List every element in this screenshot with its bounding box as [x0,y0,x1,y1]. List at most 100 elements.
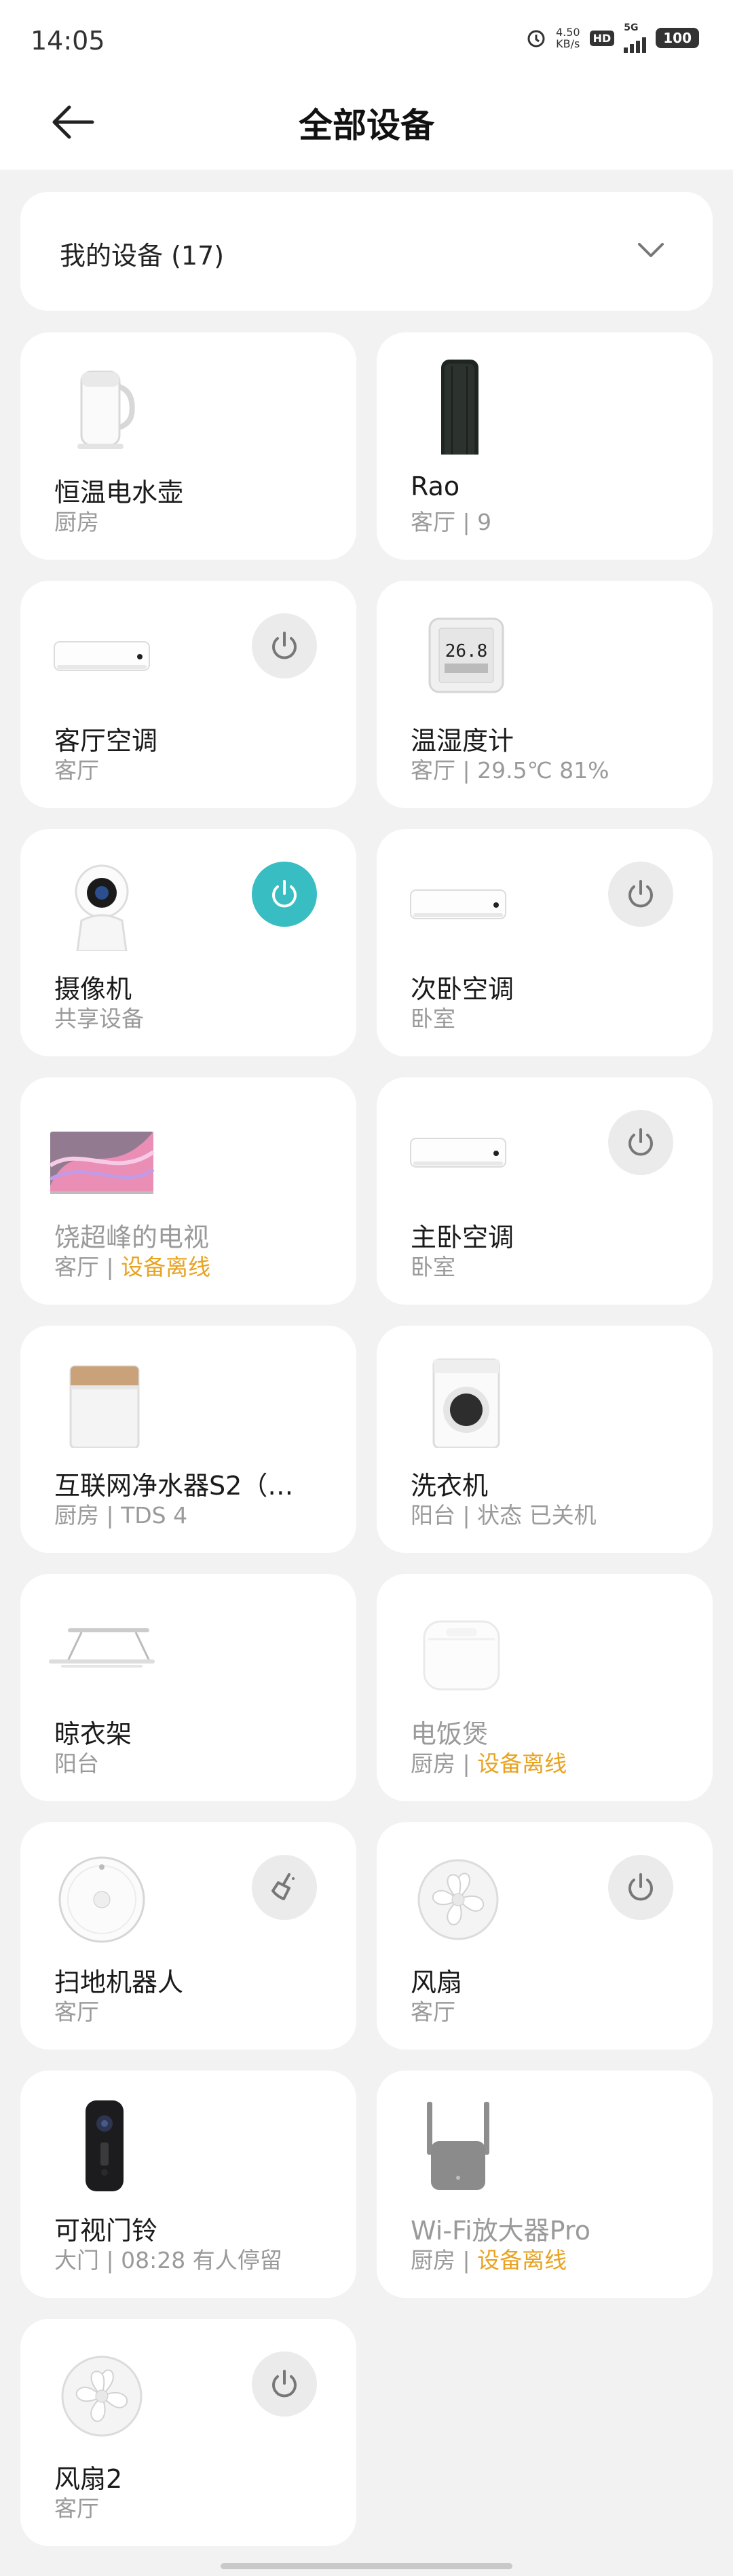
device-name: 电饭煲 [411,1719,489,1749]
router-icon [404,360,512,468]
device-subtitle: 客厅 | 9 [411,504,491,537]
power-button[interactable] [252,613,317,678]
device-card[interactable]: 饶超峰的电视 客厅 | 设备离线 [20,1077,356,1305]
device-name: 风扇 [411,1967,463,1997]
status-time: 14:05 [31,26,105,56]
device-card[interactable]: 客厅空调 客厅 [20,581,356,808]
device-name: 温湿度计 [411,726,514,756]
power-button[interactable] [608,862,673,927]
device-card[interactable]: 晾衣架 阳台 [20,1574,356,1801]
device-subtitle: 厨房 | 设备离线 [411,2242,567,2275]
device-card[interactable]: 互联网净水器S2（… 厨房 | TDS 4 [20,1326,356,1553]
air-conditioner-icon [404,856,512,951]
power-icon [628,1873,653,1901]
device-room: 厨房 | TDS 4 [54,1502,188,1529]
device-card[interactable]: Rao 客厅 | 9 [377,332,713,560]
chevron-down-icon [638,243,664,257]
tv-icon [48,1104,156,1199]
device-group-selector[interactable]: 我的设备 (17) [20,192,713,311]
offline-status: 设备离线 [121,1254,211,1280]
power-icon [272,632,297,659]
power-icon [272,2370,297,2398]
device-room: 卧室 [411,1254,455,1280]
fan-icon [404,1849,512,1944]
washing-machine-icon [404,1353,512,1449]
device-room: 卧室 [411,1005,455,1032]
rice-cooker-icon [404,1601,512,1696]
device-room: 客厅 [411,1999,455,2025]
device-subtitle: 厨房 [54,504,99,537]
device-name: 次卧空调 [411,974,514,1004]
device-room: 厨房 [54,509,99,535]
thermometer-icon: 26.8 [404,608,512,703]
device-subtitle: 客厅 | 29.5℃ 81% [411,752,609,785]
power-button[interactable] [608,1855,673,1920]
kettle-icon [48,360,156,455]
hd-badge: HD [589,30,615,46]
device-card[interactable]: 风扇2 客厅 [20,2319,356,2546]
device-name: 饶超峰的电视 [54,1223,210,1252]
svg-text:26.8: 26.8 [445,641,488,661]
power-button[interactable] [252,2351,317,2417]
power-icon [272,880,297,908]
device-name: 恒温电水壶 [54,478,184,507]
device-room: 客厅 [54,757,99,784]
air-conditioner-icon [404,1104,512,1199]
device-name: 互联网净水器S2（… [54,1471,294,1501]
power-icon [628,880,653,908]
device-subtitle: 卧室 [411,1001,455,1033]
device-subtitle: 客厅 [54,752,99,785]
device-room: 客厅 | 9 [411,509,492,535]
device-card[interactable]: 摄像机 共享设备 [20,829,356,1056]
device-room: 阳台 | 状态 已关机 [411,1502,597,1529]
clothes-rack-icon [48,1601,156,1696]
water-purifier-icon [48,1353,156,1449]
power-icon [628,1128,653,1156]
device-name: 洗衣机 [411,1471,489,1501]
device-room: 阳台 [54,1750,99,1777]
device-name: 风扇2 [54,2464,123,2494]
offline-status: 设备离线 [477,2247,567,2273]
device-room: 客厅 | [54,1254,121,1280]
device-subtitle: 客厅 | 设备离线 [54,1249,210,1282]
device-name: 可视门铃 [54,2216,158,2246]
device-card[interactable]: 扫地机器人 客厅 [20,1822,356,2050]
device-card[interactable]: Wi-Fi放大器Pro 厨房 | 设备离线 [377,2071,713,2298]
device-card[interactable]: 可视门铃 大门 | 08:28 有人停留 [20,2071,356,2298]
wifi-extender-icon [404,2098,512,2193]
device-subtitle: 阳台 [54,1746,99,1778]
device-card[interactable]: 主卧空调 卧室 [377,1077,713,1305]
network-speed: 4.50 KB/s [555,26,580,50]
device-card[interactable]: 恒温电水壶 厨房 [20,332,356,560]
device-name: 客厅空调 [54,726,158,756]
device-room: 共享设备 [54,1005,144,1032]
device-subtitle: 卧室 [411,1249,455,1282]
device-name: Wi-Fi放大器Pro [411,2216,590,2246]
home-indicator[interactable] [221,2563,512,2569]
power-button[interactable] [252,862,317,927]
robot-vacuum-icon [48,1849,156,1944]
doorbell-icon [48,2098,156,2193]
device-card[interactable]: 洗衣机 阳台 | 状态 已关机 [377,1326,713,1553]
device-subtitle: 大门 | 08:28 有人停留 [54,2242,282,2275]
device-name: 摄像机 [54,974,132,1004]
camera-icon [48,856,156,953]
device-subtitle: 客厅 [54,1994,99,2026]
device-subtitle: 厨房 | 设备离线 [411,1746,567,1778]
device-subtitle: 共享设备 [54,1001,144,1033]
status-icons: 4.50 KB/s HD 5G 100 [526,23,699,53]
device-room: 厨房 | [411,1750,478,1777]
device-card[interactable]: 电饭煲 厨房 | 设备离线 [377,1574,713,1801]
device-room: 厨房 | [411,2247,478,2273]
device-card[interactable]: 次卧空调 卧室 [377,829,713,1056]
device-name: 扫地机器人 [54,1967,184,1997]
device-card[interactable]: 26.8 温湿度计 客厅 | 29.5℃ 81% [377,581,713,808]
alarm-icon [527,30,545,47]
device-subtitle: 厨房 | TDS 4 [54,1497,187,1530]
device-group-label: 我的设备 (17) [60,241,225,271]
power-button[interactable] [608,1110,673,1175]
device-room: 客厅 | 29.5℃ 81% [411,757,609,784]
device-subtitle: 客厅 [54,2491,99,2523]
device-card[interactable]: 风扇 客厅 [377,1822,713,2050]
clean-button[interactable] [252,1855,317,1920]
